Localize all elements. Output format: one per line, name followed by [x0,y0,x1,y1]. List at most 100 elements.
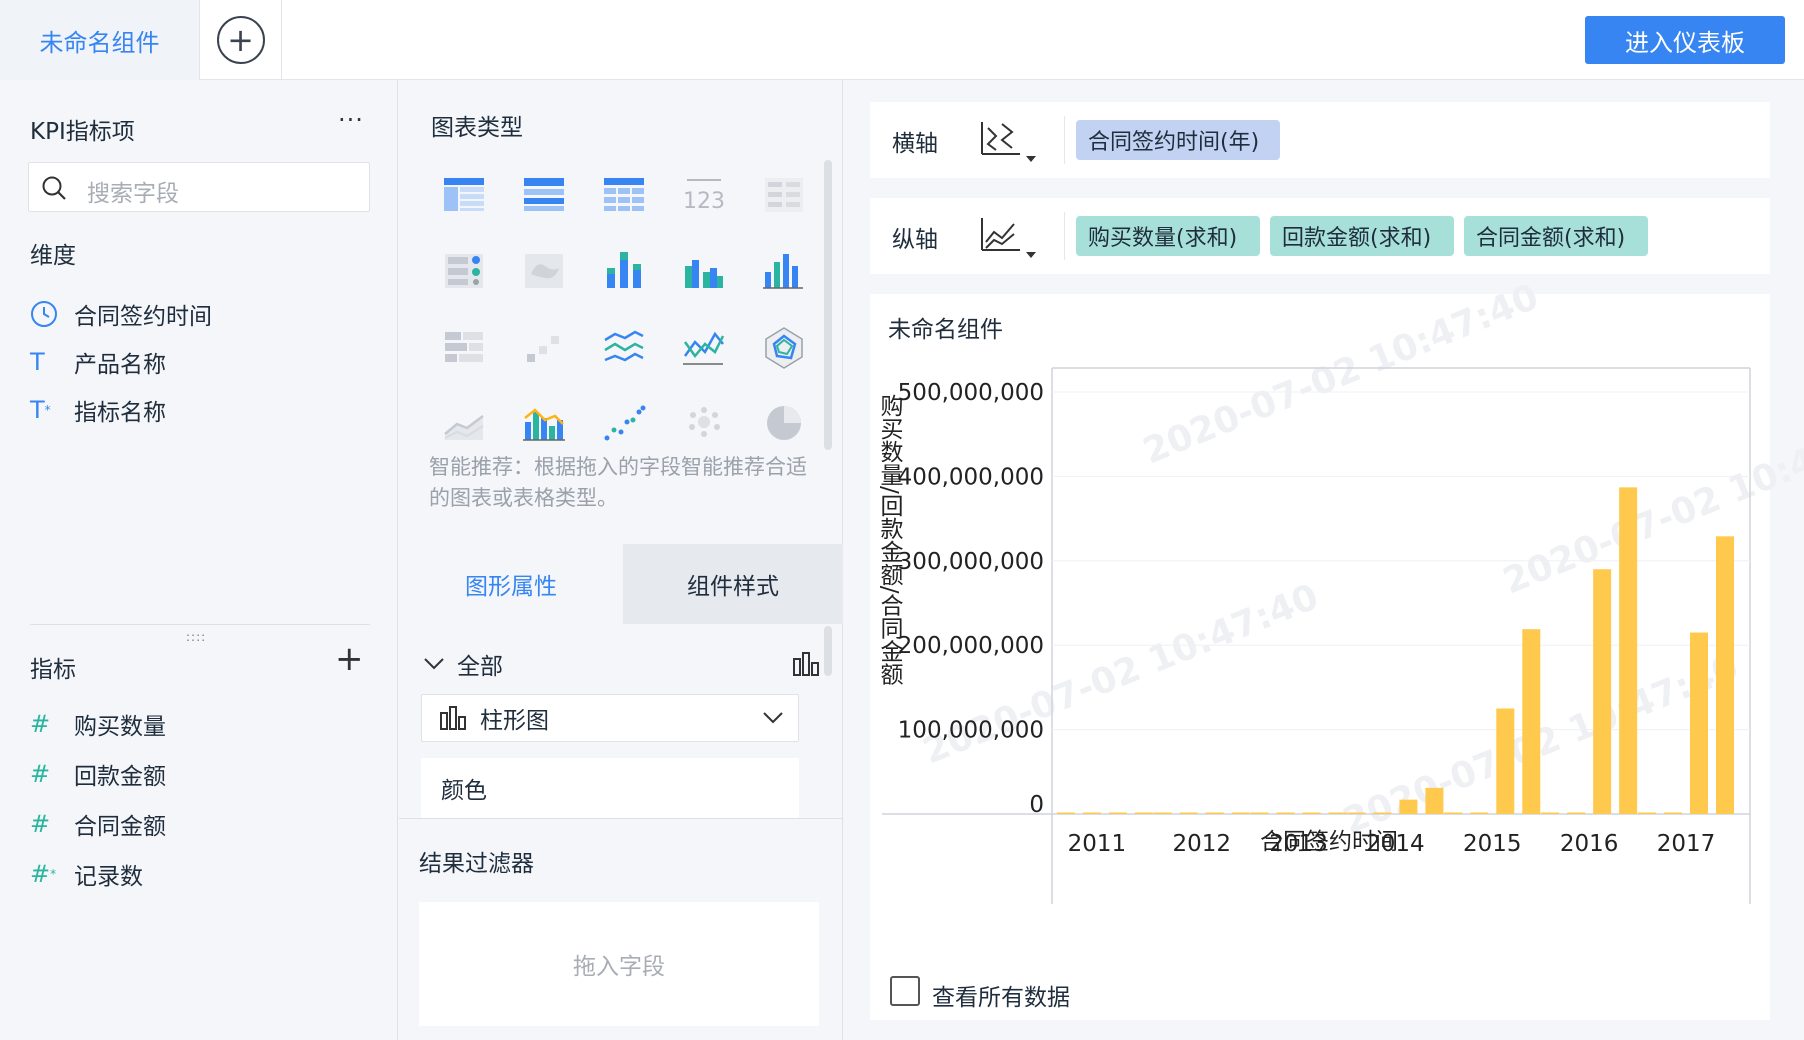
all-label: 全部 [457,654,503,680]
hash-icon: # [30,810,51,838]
x-tick-label: 2016 [1560,831,1619,857]
chart-select-value: 柱形图 [480,708,549,734]
dimension-item[interactable]: 合同签约时间 [30,294,212,334]
color-setting[interactable]: 颜色 [421,758,799,818]
more-options-icon[interactable]: ··· [338,106,364,134]
pie-chart-icon[interactable] [759,398,809,448]
dimension-label-text: 合同签约时间 [74,304,212,330]
bar-chart-icon[interactable] [759,246,809,296]
bubble-chart-icon[interactable] [679,398,729,448]
bar [1153,812,1172,814]
y-axis-row: 纵轴 购买数量(求和) 回款金额(求和) 合同金额(求和) [870,198,1770,274]
bar [1619,487,1638,814]
text-field-star-icon: T * [30,396,51,424]
top-bar: 未命名组件 + 进入仪表板 [0,0,1804,80]
properties-scrollbar[interactable] [824,626,832,676]
kpi-number-icon[interactable]: 123 [679,170,729,220]
dimension-label-text: 指标名称 [74,400,166,426]
section-divider [399,818,843,819]
multi-line-icon[interactable] [599,322,649,372]
y-tick-label: 300,000,000 [898,549,1044,575]
filter-drop-zone[interactable]: 拖入字段 [419,902,819,1026]
y-axis-config-icon[interactable] [976,214,1036,258]
line-chart-icon[interactable] [679,322,729,372]
x-tick-label: 2017 [1657,831,1716,857]
bar [1302,812,1321,814]
kpi-table-icon[interactable] [759,170,809,220]
filter-component-icon[interactable] [439,246,489,296]
table-grouped-icon[interactable] [439,170,489,220]
resize-grip-icon[interactable]: :::: [186,630,206,644]
y-field-pill[interactable]: 合同金额(求和) [1464,216,1648,256]
bar [1690,632,1708,814]
bar [1108,812,1127,814]
chevron-down-icon [763,712,783,724]
view-all-checkbox[interactable] [890,976,920,1006]
stacked-bar-icon[interactable] [599,246,649,296]
bar [1425,787,1444,814]
x-tick-label: 2015 [1463,831,1522,857]
table-detail-icon[interactable] [599,170,649,220]
bar [1716,536,1734,814]
tab-unnamed-widget[interactable]: 未命名组件 [0,0,200,80]
x-tick-label: 2012 [1172,831,1231,857]
dimension-item[interactable]: T 产品名称 [30,342,166,382]
bar [1541,812,1560,814]
chart-type-select[interactable]: 柱形图 [421,694,799,742]
tab-graphic-properties[interactable]: 图形属性 [399,544,623,624]
x-axis-label: 横轴 [892,131,938,157]
metric-label-text: 回款金额 [74,764,166,790]
tab-component-style[interactable]: 组件样式 [623,544,843,624]
bar [1522,629,1541,814]
y-axis-title: 购买数量/回款金额/合同金额 [876,394,902,686]
all-series-row[interactable]: 全部 [421,644,821,684]
y-field-label: 购买数量(求和) [1088,226,1238,251]
scatter-chart-icon[interactable] [599,398,649,448]
dimension-item[interactable]: T * 指标名称 [30,390,166,430]
bar [1056,812,1075,814]
text-field-icon: T [30,348,45,376]
y-tick-label: 100,000,000 [898,718,1044,744]
combo-chart-icon[interactable] [519,398,569,448]
chart-panel-title: 未命名组件 [888,317,1003,343]
y-axis-label: 纵轴 [892,227,938,253]
x-tick-label: 2011 [1068,831,1127,857]
bar [1328,812,1347,814]
metric-item[interactable]: # 回款金额 [30,754,166,794]
dimension-label-text: 产品名称 [74,352,166,378]
add-tab-button[interactable]: + [200,0,282,80]
map-icon[interactable] [519,246,569,296]
metric-item[interactable]: # 合同金额 [30,804,166,844]
metric-label-text: 记录数 [74,864,143,890]
y-tick-label: 200,000,000 [898,633,1044,659]
add-metric-icon[interactable]: + [335,642,364,676]
bar [1231,812,1250,814]
x-axis-config-icon[interactable] [976,118,1036,162]
bar-chart-outline-icon[interactable] [791,649,821,679]
waterfall-icon[interactable] [519,322,569,372]
funnel-table-icon[interactable] [439,322,489,372]
x-field-pill[interactable]: 合同签约时间(年) [1076,120,1280,160]
metric-item[interactable]: # 购买数量 [30,704,166,744]
y-field-pill[interactable]: 购买数量(求和) [1076,216,1260,256]
bar [1638,812,1656,814]
field-panel: KPI指标项 ··· 搜索字段 维度 合同签约时间 T 产品名称 T * 指标名称… [0,80,398,1040]
radar-chart-icon[interactable] [759,322,809,372]
area-chart-icon[interactable] [439,398,489,448]
hash-icon: # [30,710,51,738]
chart-types-scrollbar[interactable] [824,160,832,450]
metric-label: 指标 [30,657,76,683]
bar [1496,708,1515,814]
section-divider [30,624,370,625]
y-field-pill[interactable]: 回款金额(求和) [1270,216,1454,256]
bar [1399,799,1418,814]
table-cross-icon[interactable] [519,170,569,220]
search-icon [42,176,66,200]
metric-item[interactable]: # * 记录数 [30,854,143,894]
bar [1276,812,1295,814]
enter-dashboard-button[interactable]: 进入仪表板 [1585,16,1785,64]
search-field[interactable]: 搜索字段 [28,162,370,212]
clock-icon [30,300,64,328]
grouped-bar-icon[interactable] [679,246,729,296]
bar [1205,812,1224,814]
